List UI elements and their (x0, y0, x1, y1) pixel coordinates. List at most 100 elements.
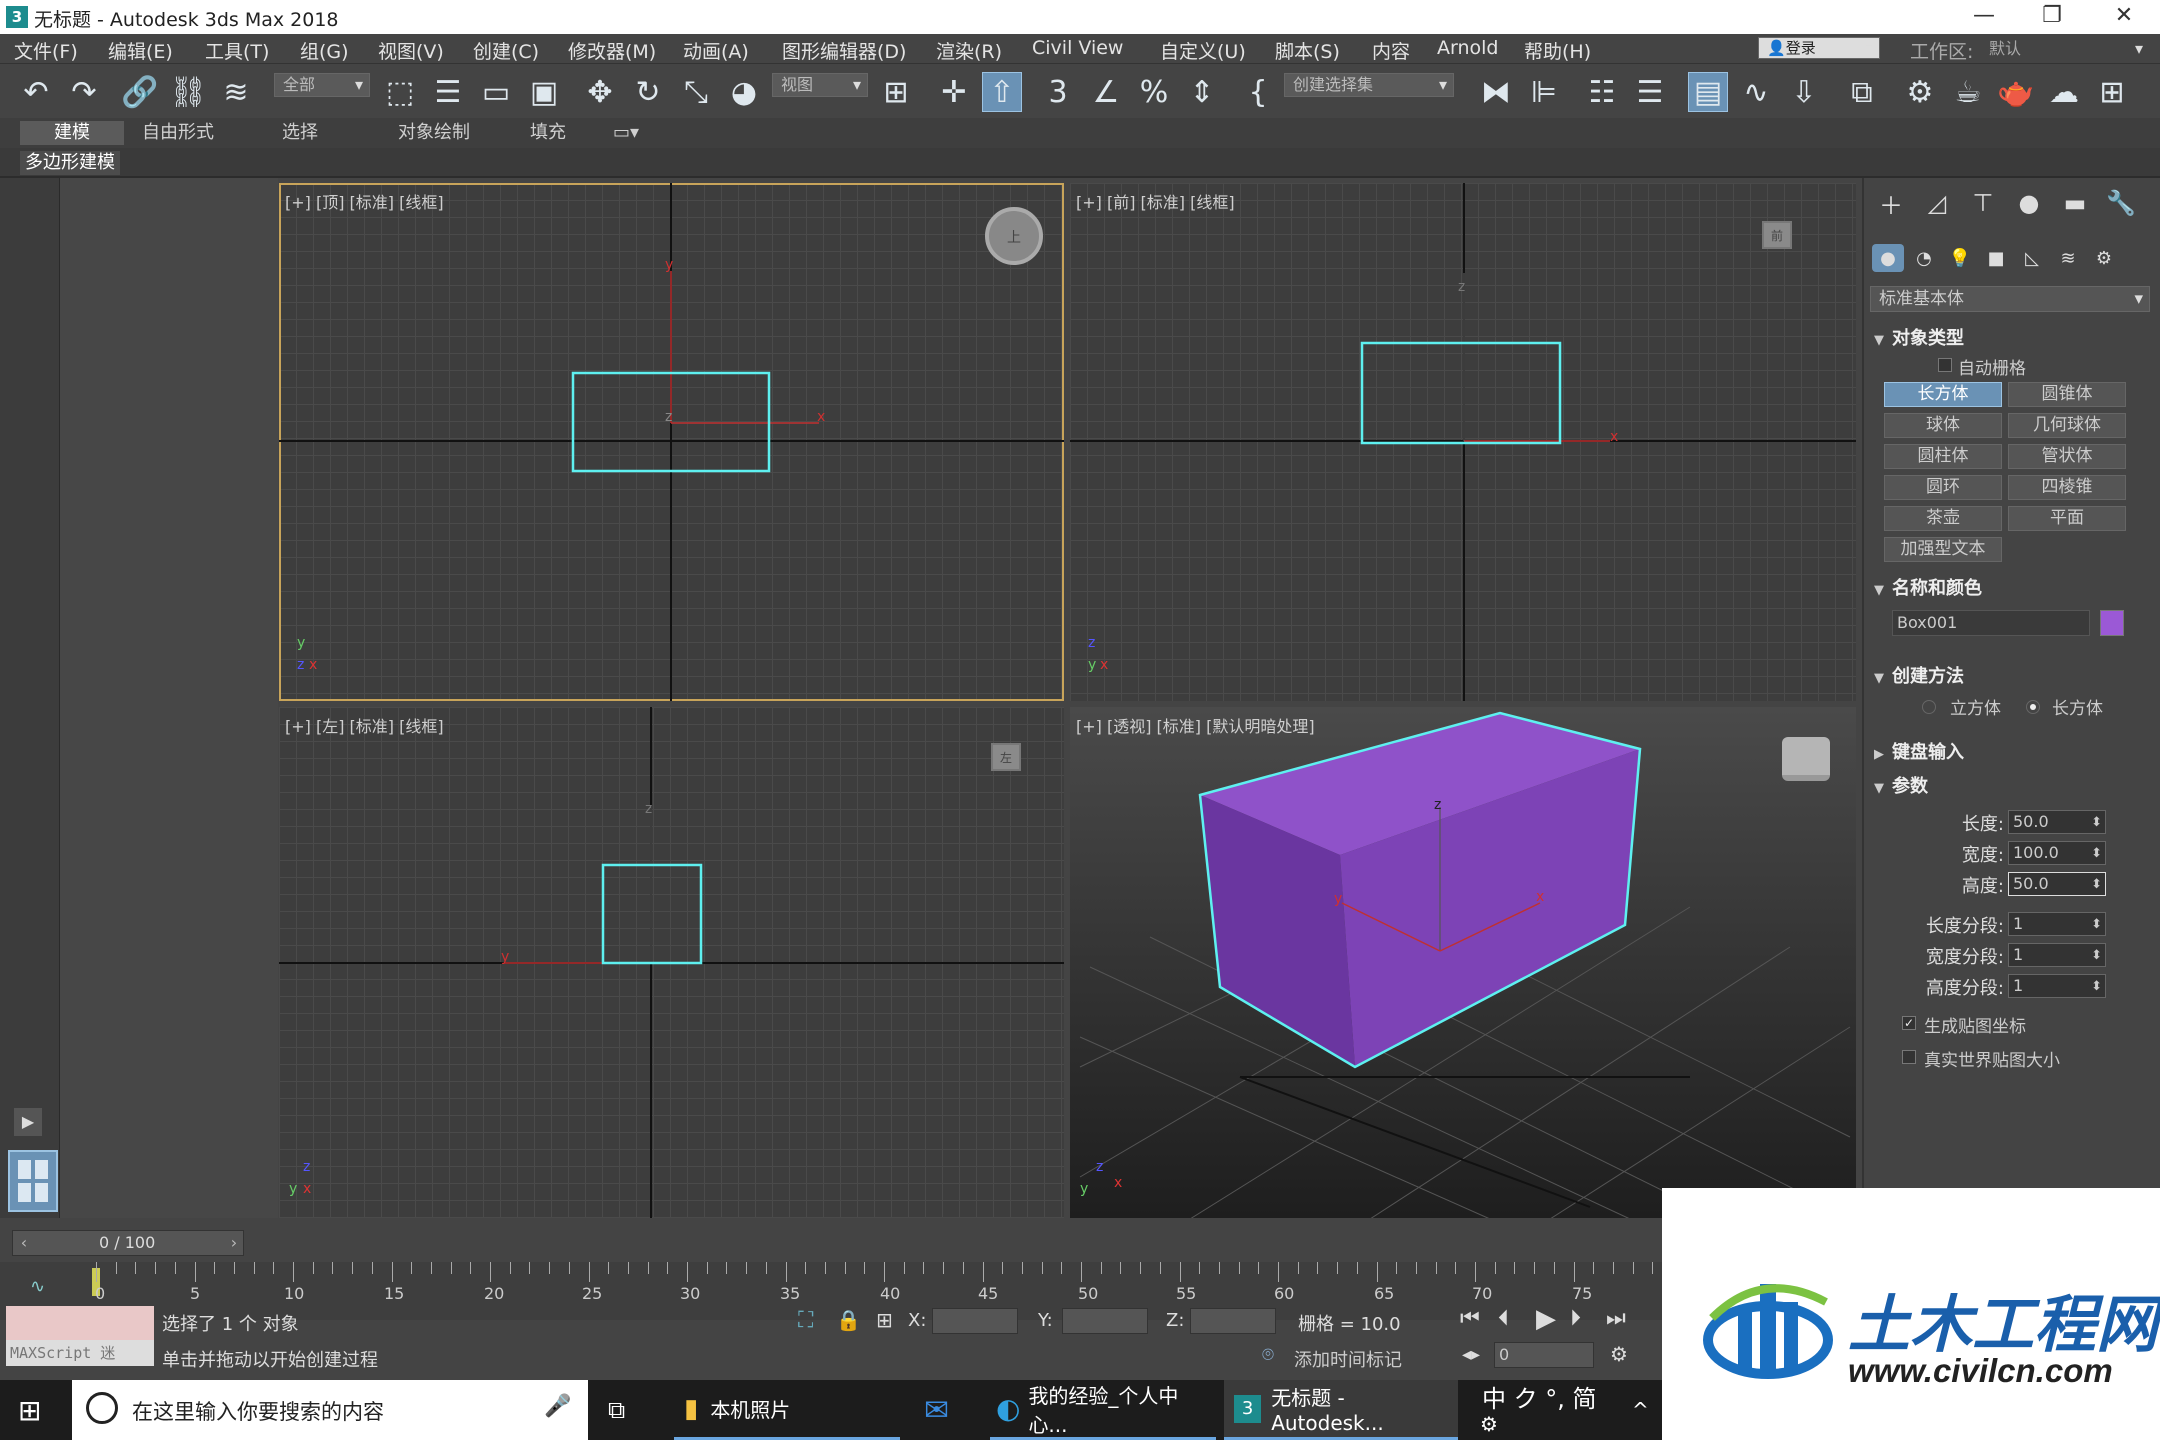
menu-scripting[interactable]: 脚本(S) (1275, 37, 1340, 64)
viewport-front[interactable]: [+] [前] [标准] [线框] 前 x z z x y (1070, 183, 1856, 701)
rollout-parameters[interactable]: ▼ 参数 (1874, 772, 2156, 798)
prev-frame-icon[interactable]: ⏴ (1498, 1306, 1509, 1331)
menu-content[interactable]: 内容 (1372, 37, 1410, 64)
box-button[interactable]: 长方体 (1884, 382, 2002, 407)
tab-populate[interactable]: 填充 (508, 121, 588, 145)
viewcube-front[interactable]: 前 (1762, 221, 1792, 249)
taskbar-app-photos[interactable]: ▮ 本机照片 (674, 1380, 900, 1440)
select-manipulate-icon[interactable]: ✛ (934, 72, 974, 112)
maxscript-listener-mini[interactable] (6, 1306, 154, 1340)
hierarchy-tab-icon[interactable]: ⊤ (1964, 186, 2002, 220)
viewport-label[interactable]: [+] [前] [标准] [线框] (1076, 189, 1235, 213)
z-coord-field[interactable] (1190, 1308, 1276, 1334)
dope-sheet-icon[interactable]: ⇩ (1784, 72, 1824, 112)
viewport-layout-icon[interactable] (8, 1150, 58, 1212)
close-button[interactable]: ✕ (2095, 0, 2153, 34)
rotate-icon[interactable]: ↻ (628, 72, 668, 112)
angle-snap-icon[interactable]: ∠ (1086, 72, 1126, 112)
geometry-icon[interactable]: ● (1872, 244, 1904, 272)
cylinder-button[interactable]: 圆柱体 (1884, 444, 2002, 469)
taskbar-app-3dsmax[interactable]: 3 无标题 - Autodesk... (1224, 1380, 1458, 1440)
menu-create[interactable]: 创建(C) (473, 37, 539, 64)
viewport-top[interactable]: [+] [顶] [标准] [线框] 上 x y z y x z (279, 183, 1064, 701)
object-color-swatch[interactable] (2100, 610, 2124, 636)
scale-icon[interactable]: ⤡ (676, 72, 716, 112)
menu-view[interactable]: 视图(V) (378, 37, 444, 64)
category-dropdown[interactable]: 标准基本体 (1870, 286, 2150, 312)
undo-icon[interactable]: ↶ (16, 72, 56, 112)
schematic-view-icon[interactable]: ⧉ (1842, 72, 1882, 112)
add-time-tag[interactable]: 添加时间标记 (1294, 1346, 1402, 1372)
snaps-toggle-icon[interactable]: 3 (1038, 72, 1078, 112)
viewport-label[interactable]: [+] [透视] [标准] [默认明暗处理] (1076, 713, 1315, 737)
menu-modifiers[interactable]: 修改器(M) (568, 37, 656, 64)
x-coord-field[interactable] (932, 1308, 1018, 1334)
torus-button[interactable]: 圆环 (1884, 475, 2002, 500)
motion-tab-icon[interactable]: ● (2010, 186, 2048, 220)
viewport-left[interactable]: [+] [左] [标准] [线框] 左 y z z y x (279, 707, 1064, 1219)
named-selection-icon[interactable]: { (1238, 72, 1278, 112)
mail-icon[interactable]: ✉ (924, 1380, 949, 1440)
mirror-icon[interactable]: ⧓ (1476, 72, 1516, 112)
menu-customize[interactable]: 自定义(U) (1160, 37, 1246, 64)
login-dropdown[interactable]: 👤登录 (1758, 37, 1880, 59)
utilities-tab-icon[interactable]: 🔧 (2102, 186, 2140, 220)
play-icon[interactable]: ▶ (1536, 1304, 1556, 1334)
goto-end-icon[interactable]: ⏭ (1606, 1306, 1626, 1331)
key-mode-icon[interactable]: ◂▸ (1462, 1344, 1480, 1365)
menu-file[interactable]: 文件(F) (14, 37, 78, 64)
percent-snap-icon[interactable]: % (1134, 72, 1174, 112)
systems-icon[interactable]: ⚙ (2088, 244, 2120, 272)
next-frame-icon[interactable]: ⏵ (1570, 1306, 1581, 1331)
rollout-keyboard-entry[interactable]: ▶ 键盘输入 (1874, 738, 2156, 764)
rect-selection-icon[interactable]: ▭ (476, 72, 516, 112)
width-segs-spinner[interactable]: 1 (2008, 943, 2106, 967)
keyboard-shortcut-override-icon[interactable]: ⇧ (982, 72, 1022, 112)
select-object-icon[interactable]: ⬚ (380, 72, 420, 112)
tab-freeform[interactable]: 自由形式 (130, 121, 226, 145)
create-tab-icon[interactable]: ＋ (1872, 186, 1910, 220)
menu-edit[interactable]: 编辑(E) (108, 37, 173, 64)
modify-tab-icon[interactable]: ◿ (1918, 186, 1956, 220)
viewcube-left[interactable]: 左 (991, 743, 1021, 771)
rollout-object-type[interactable]: ▼ 对象类型 (1874, 324, 2156, 350)
time-slider[interactable]: ‹ 0 / 100 › (12, 1230, 244, 1256)
windows-start-icon[interactable]: ⊞ (18, 1380, 41, 1440)
geosphere-button[interactable]: 几何球体 (2008, 413, 2126, 438)
cube-radio[interactable] (1922, 700, 1936, 714)
lights-icon[interactable]: 💡 (1944, 244, 1976, 272)
time-config-icon[interactable]: ⚙ (1610, 1342, 1628, 1366)
slider-prev-icon[interactable]: ‹ (13, 1231, 35, 1255)
autogrid-checkbox[interactable] (1938, 358, 1952, 372)
plane-button[interactable]: 平面 (2008, 506, 2126, 531)
redo-icon[interactable]: ↷ (64, 72, 104, 112)
pivot-center-icon[interactable]: ⊞ (876, 72, 916, 112)
current-frame-field[interactable]: 0 (1494, 1342, 1594, 1368)
maximize-button[interactable]: ❐ (2023, 0, 2081, 34)
maxscript-input[interactable]: MAXScript 迷 (6, 1340, 154, 1366)
slider-next-icon[interactable]: › (223, 1231, 245, 1255)
viewport-label[interactable]: [+] [左] [标准] [线框] (285, 713, 444, 737)
object-name-input[interactable]: Box001 (1892, 610, 2090, 636)
cone-button[interactable]: 圆锥体 (2008, 382, 2126, 407)
cameras-icon[interactable]: ■ (1980, 244, 2012, 272)
named-selection-dropdown[interactable]: 创建选择集 (1284, 73, 1454, 97)
goto-start-icon[interactable]: ⏮ (1460, 1306, 1480, 1331)
menu-civil-view[interactable]: Civil View (1032, 37, 1123, 59)
real-world-checkbox[interactable] (1902, 1050, 1916, 1064)
selection-lock-icon[interactable]: 🔒 (836, 1308, 861, 1332)
microphone-icon[interactable]: 🎤 (544, 1394, 571, 1419)
isolate-selection-icon[interactable]: ⛶ (798, 1308, 813, 1333)
viewport-perspective[interactable]: [+] [透视] [标准] [默认明暗处理] z y x z y x (1070, 707, 1856, 1219)
textplus-button[interactable]: 加强型文本 (1884, 537, 2002, 562)
menu-tools[interactable]: 工具(T) (205, 37, 269, 64)
viewcube-top[interactable]: 上 (985, 207, 1043, 265)
render-production-icon[interactable]: ☁ (2044, 72, 2084, 112)
box-radio[interactable] (2026, 700, 2040, 714)
menu-animation[interactable]: 动画(A) (683, 37, 749, 64)
tab-selection[interactable]: 选择 (260, 121, 340, 145)
absolute-mode-icon[interactable]: ⊞ (876, 1308, 893, 1332)
viewcube-perspective[interactable] (1782, 737, 1830, 781)
shapes-icon[interactable]: ◔ (1908, 244, 1940, 272)
helpers-icon[interactable]: ◺ (2016, 244, 2048, 272)
